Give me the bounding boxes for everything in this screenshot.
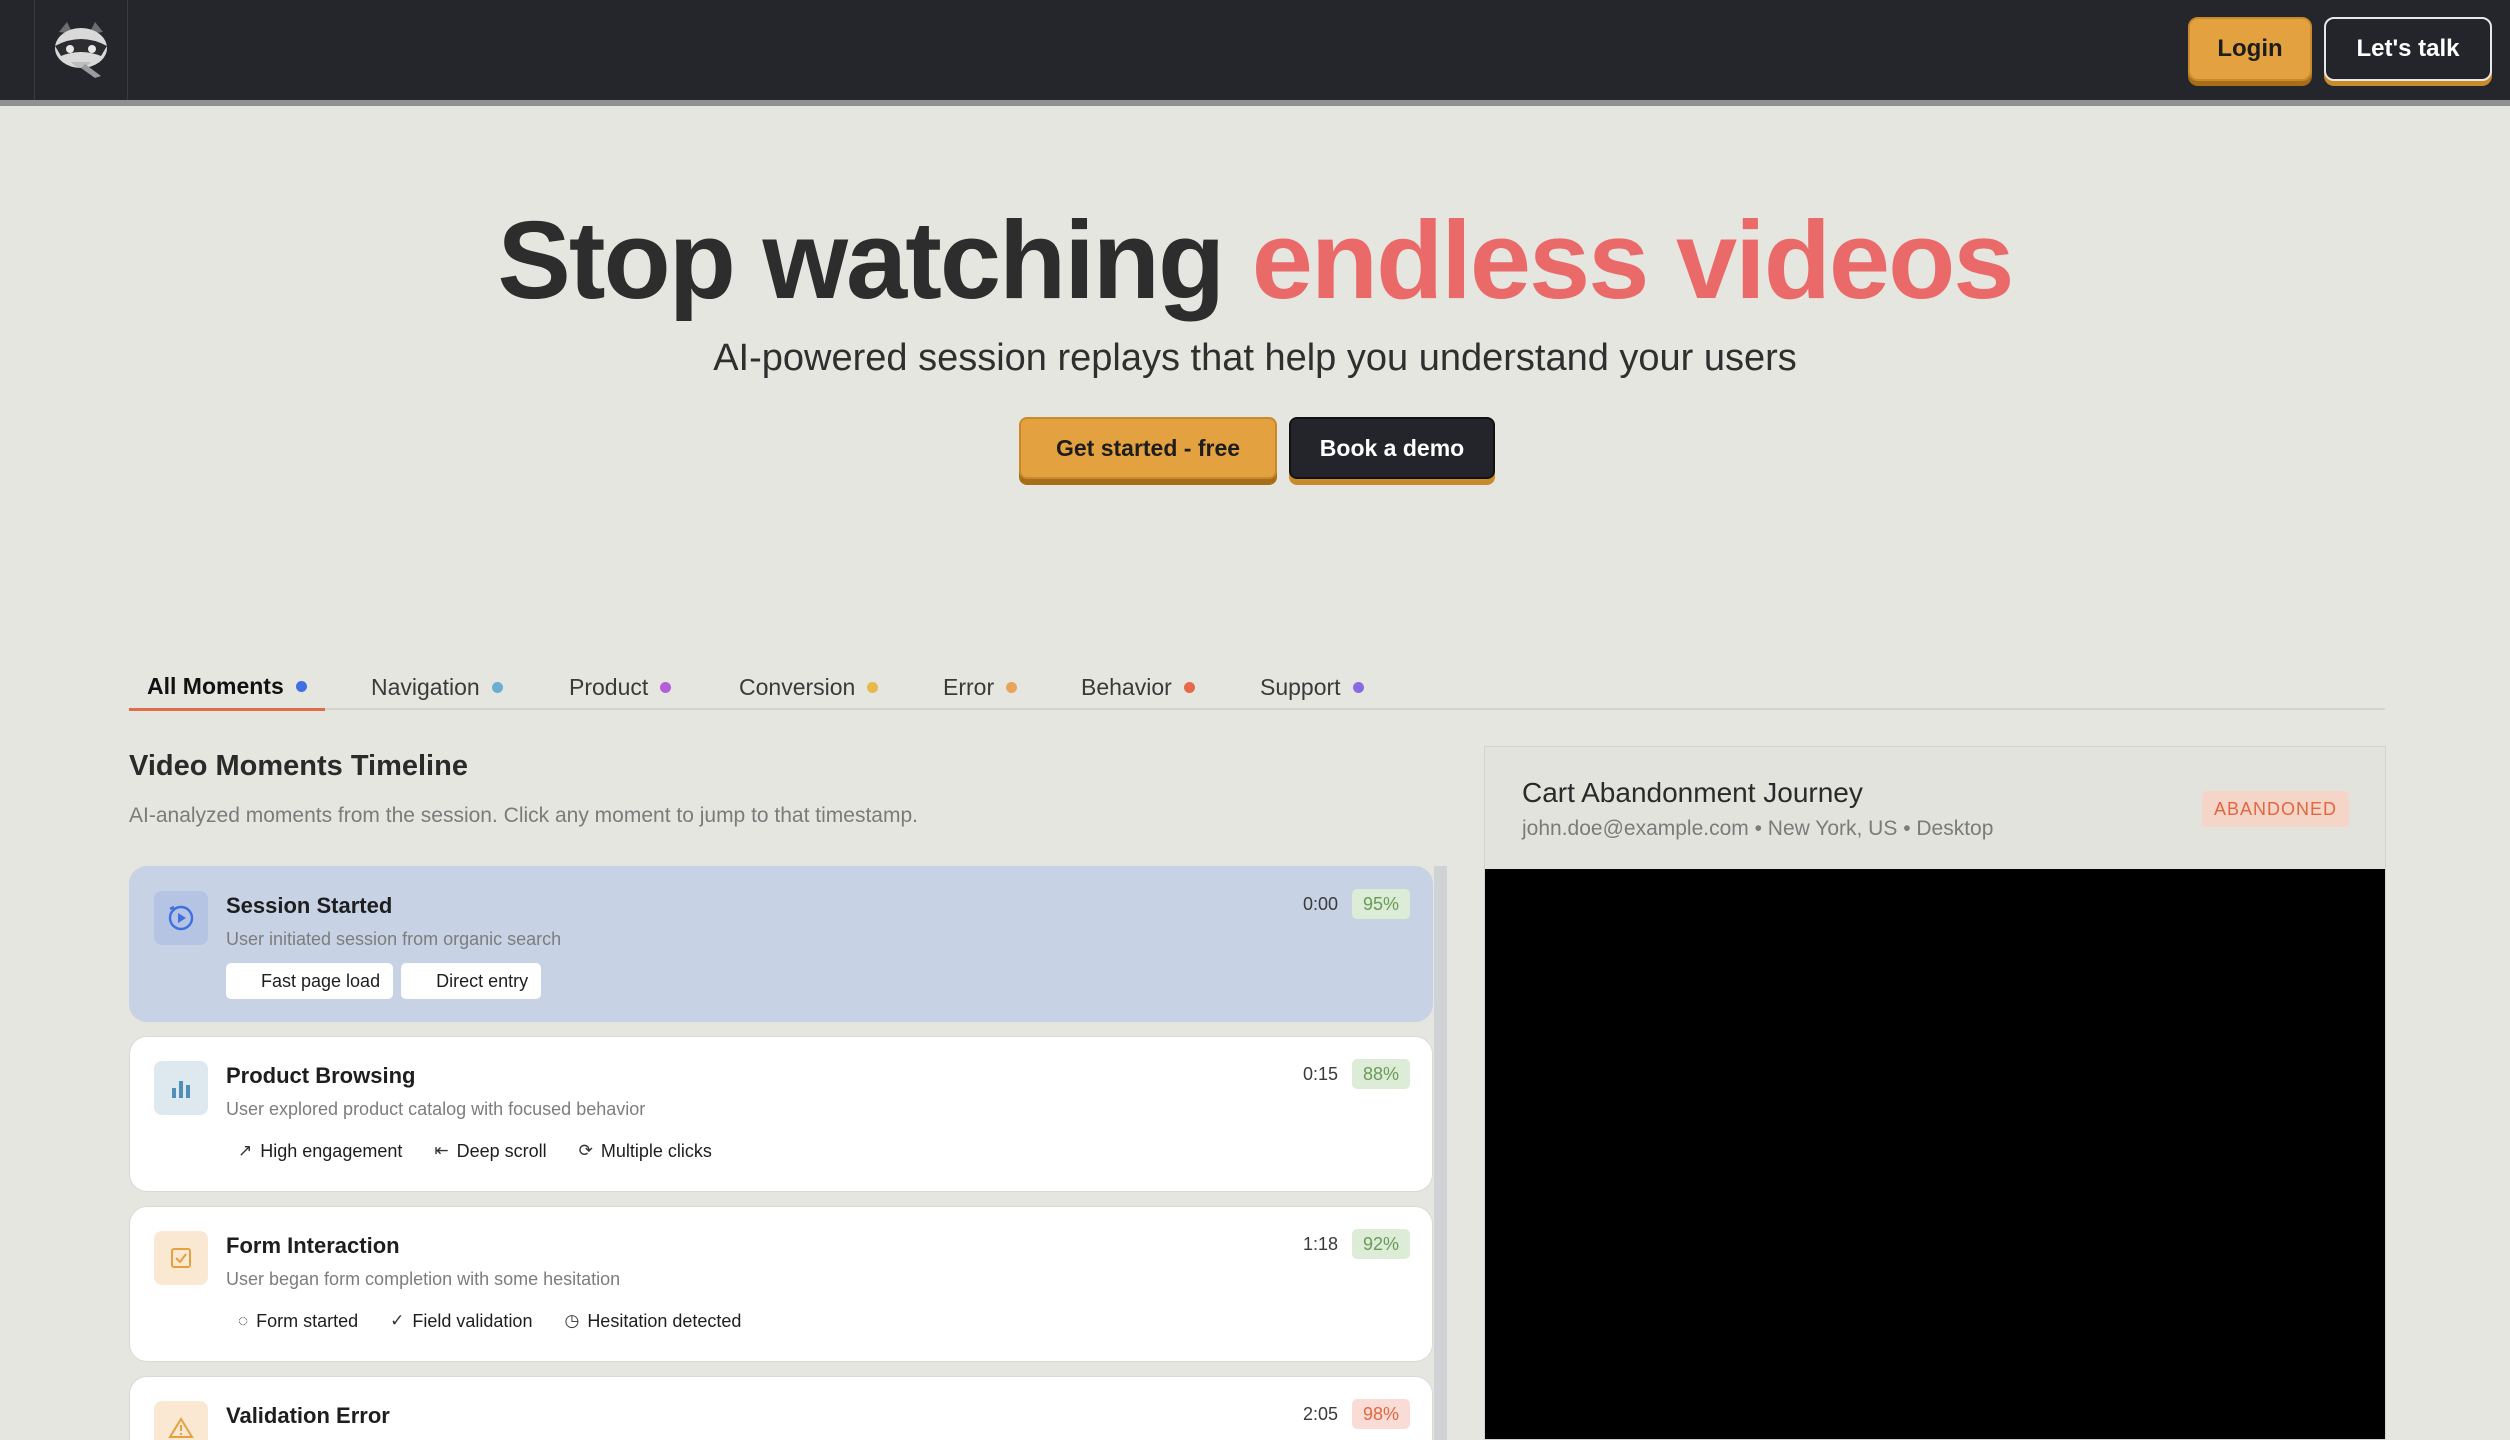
tag-label: Direct entry <box>436 970 529 991</box>
moment-subtitle: User explored product catalog with focus… <box>226 1099 646 1119</box>
tab-navigation[interactable]: Navigation <box>371 664 503 710</box>
confidence-badge: 95% <box>1352 889 1410 919</box>
tag: ◷ Hesitation detected <box>552 1303 753 1339</box>
raccoon-logo-icon[interactable] <box>34 0 128 100</box>
hero-headline-main: Stop watching <box>497 199 1252 322</box>
login-button[interactable]: Login <box>2188 17 2312 81</box>
moment-timestamp: 2:05 <box>1302 1404 1338 1424</box>
moment-title: Validation Error <box>226 1403 390 1428</box>
tag: ⟳ Multiple clicks <box>567 1133 724 1169</box>
moment-title: Form Interaction <box>226 1233 400 1258</box>
tag-label: Hesitation detected <box>587 1310 742 1331</box>
warning-icon <box>154 1401 208 1440</box>
tab-dot-icon <box>660 681 672 693</box>
moment-subtitle: User initiated session from organic sear… <box>226 929 562 949</box>
bar-chart-icon <box>154 1061 208 1115</box>
tab-label: Error <box>943 673 995 700</box>
moment-tags: ↗ High engagement ⇤ Deep scroll ⟳ Multiple … <box>226 1133 724 1169</box>
tag: ✓ Field validation <box>378 1303 544 1339</box>
moment-card-form-interaction[interactable]: Form Interaction User began form complet… <box>129 1206 1433 1362</box>
session-title: Cart Abandonment Journey <box>1522 777 1863 808</box>
tag-label: Form started <box>256 1310 359 1331</box>
tab-label: All Moments <box>147 672 284 699</box>
click-icon: ⟳ <box>578 1141 593 1160</box>
tag-label: Field validation <box>412 1310 533 1331</box>
trending-icon: ↗ <box>238 1141 253 1160</box>
tag: ↗ High engagement <box>226 1133 414 1169</box>
timeline-scrollbar[interactable] <box>1434 866 1447 1440</box>
tab-dot-icon <box>1006 681 1018 693</box>
video-player[interactable] <box>1485 869 2385 1439</box>
tag-label: High engagement <box>260 1140 403 1161</box>
moment-card-product-browsing[interactable]: Product Browsing User explored product c… <box>129 1036 1433 1192</box>
hero-headline: Stop watching endless videos <box>0 196 2510 326</box>
clock-icon: ◷ <box>564 1311 580 1330</box>
tab-all-moments[interactable]: All Moments <box>129 664 325 711</box>
tab-conversion[interactable]: Conversion <box>739 664 879 710</box>
timeline-title: Video Moments Timeline <box>129 750 468 782</box>
tag: Fast page load <box>226 963 394 999</box>
tab-label: Product <box>569 673 649 700</box>
tab-label: Navigation <box>371 673 480 700</box>
tab-label: Behavior <box>1081 673 1172 700</box>
tab-dot-icon <box>867 681 879 693</box>
moment-title: Product Browsing <box>226 1063 416 1088</box>
scroll-icon: ⇤ <box>434 1141 449 1160</box>
tab-label: Conversion <box>739 673 856 700</box>
play-circle-icon <box>154 891 208 945</box>
moment-subtitle: User began form completion with some hes… <box>226 1269 621 1289</box>
tag-label: Fast page load <box>261 970 381 991</box>
moment-card-session-started[interactable]: Session Started User initiated session f… <box>129 866 1433 1022</box>
tag-label: Deep scroll <box>456 1140 547 1161</box>
get-started-button[interactable]: Get started - free <box>1019 417 1277 479</box>
tab-product[interactable]: Product <box>569 664 672 710</box>
tag: ◌ Form started <box>226 1303 370 1339</box>
moment-card-validation-error[interactable]: Validation Error 2:05 98% <box>129 1376 1433 1440</box>
moment-timestamp: 0:00 <box>1302 894 1338 914</box>
moment-timestamp: 0:15 <box>1302 1064 1338 1084</box>
tab-behavior[interactable]: Behavior <box>1081 664 1195 710</box>
tab-error[interactable]: Error <box>943 664 1018 710</box>
moment-tags: ◌ Form started ✓ Field validation ◷ Hesitat… <box>226 1303 753 1339</box>
moment-title: Session Started <box>226 893 393 918</box>
tab-support[interactable]: Support <box>1260 664 1364 710</box>
session-replay-panel: Cart Abandonment Journey john.doe@exampl… <box>1484 746 2386 1440</box>
confidence-badge: 88% <box>1352 1059 1410 1089</box>
tag: Direct entry <box>401 963 542 999</box>
moment-timestamp: 1:18 <box>1302 1234 1338 1254</box>
checkbox-icon <box>154 1231 208 1285</box>
check-icon: ✓ <box>390 1311 405 1330</box>
tag: ⇤ Deep scroll <box>422 1133 558 1169</box>
hero-headline-accent: endless videos <box>1251 199 2015 322</box>
book-demo-button[interactable]: Book a demo <box>1289 417 1495 479</box>
tab-dot-icon <box>1183 681 1195 693</box>
chat-icon: ◌ <box>238 1311 249 1330</box>
timeline-description: AI-analyzed moments from the session. Cl… <box>129 804 918 827</box>
lets-talk-button[interactable]: Let's talk <box>2324 17 2492 81</box>
moment-filter-tabs: All Moments Navigation Product Conversio… <box>129 664 2385 711</box>
tab-label: Support <box>1260 673 1341 700</box>
confidence-badge: 92% <box>1352 1229 1410 1259</box>
tab-dot-icon <box>491 681 503 693</box>
session-meta: john.doe@example.com • New York, US • De… <box>1522 817 1994 840</box>
tag-label: Multiple clicks <box>600 1140 712 1161</box>
confidence-badge: 98% <box>1352 1399 1410 1429</box>
hero-subtitle: AI-powered session replays that help you… <box>713 337 1797 379</box>
status-badge: ABANDONED <box>2201 791 2349 827</box>
top-navbar: Login Let's talk <box>0 0 2510 106</box>
moment-tags: Fast page load Direct entry <box>226 963 542 999</box>
tab-dot-icon <box>1352 681 1364 693</box>
tab-dot-icon <box>295 680 307 692</box>
